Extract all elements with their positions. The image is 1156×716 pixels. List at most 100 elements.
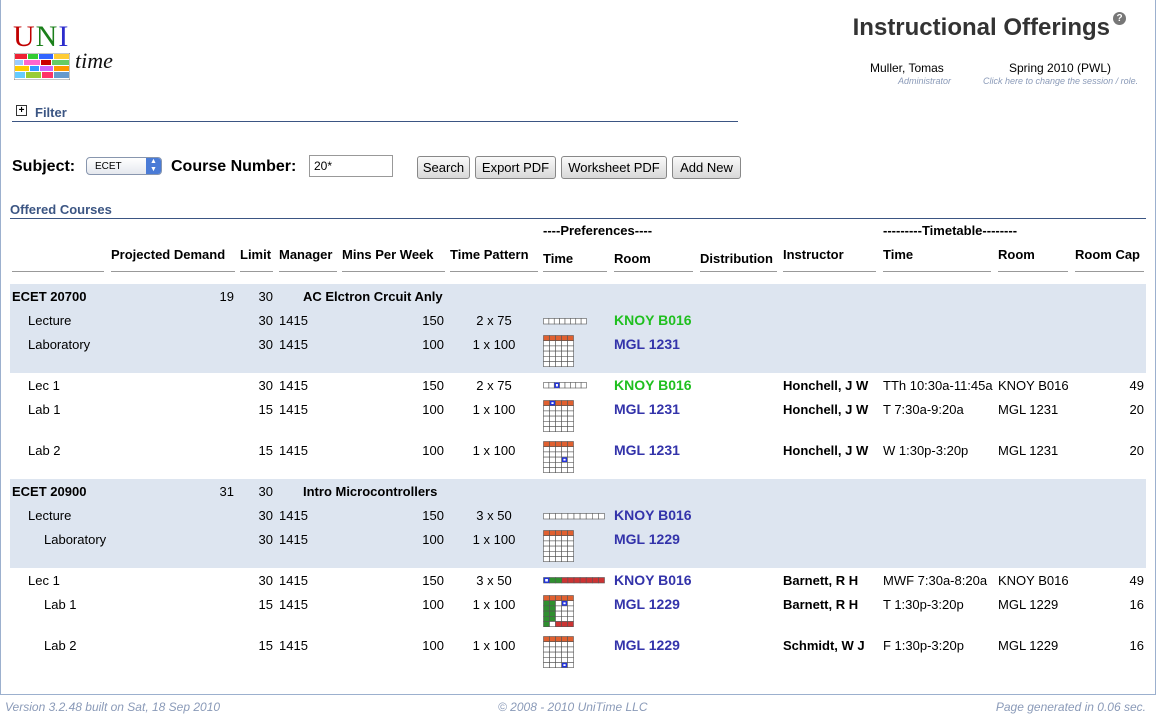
class-name[interactable]: Lec 1	[28, 573, 60, 588]
time-preference-grid-icon[interactable]	[543, 382, 587, 389]
time-preference-grid-icon[interactable]	[543, 335, 574, 368]
header-underline	[342, 271, 445, 272]
class-instructor[interactable]: Honchell, J W	[783, 378, 868, 393]
add-new-button[interactable]: Add New	[672, 156, 741, 179]
class-name[interactable]: Lab 2	[28, 443, 61, 458]
config-subpart-name[interactable]: Lecture	[28, 508, 71, 523]
col-tt-room[interactable]: Room	[998, 247, 1035, 262]
help-icon[interactable]: ?	[1113, 12, 1126, 25]
header-underline	[1075, 271, 1144, 272]
logo-grid-icon	[14, 53, 70, 80]
filter-header[interactable]: Filter	[35, 105, 67, 120]
class-instructor[interactable]: Honchell, J W	[783, 402, 868, 417]
footer-generated: Page generated in 0.06 sec.	[995, 700, 1146, 714]
course-title: Intro Microcontrollers	[303, 484, 438, 499]
class-mins: 150	[422, 573, 444, 588]
class-name[interactable]: Lab 1	[44, 597, 77, 612]
header-underline	[279, 271, 337, 272]
config-subpart-name[interactable]: Laboratory	[44, 532, 106, 547]
class-assigned-time: T 7:30a-9:20a	[883, 402, 964, 417]
course-name[interactable]: ECET 20900	[12, 484, 86, 499]
room-preference[interactable]: MGL 1229	[614, 531, 680, 547]
col-pref-time[interactable]: Time	[543, 251, 573, 266]
class-name[interactable]: Lec 1	[28, 378, 60, 393]
time-preference-grid-icon[interactable]	[543, 441, 574, 474]
header-underline	[614, 271, 693, 272]
col-tt-time[interactable]: Time	[883, 247, 913, 262]
time-preference-grid-icon[interactable]	[543, 595, 574, 628]
course-demand: 19	[219, 289, 234, 304]
col-projected-demand[interactable]: Projected Demand	[111, 247, 225, 262]
header-underline	[12, 271, 104, 272]
logo-time-text: time	[75, 48, 113, 73]
class-assigned-room: MGL 1231	[998, 402, 1059, 417]
subpart-limit: 30	[258, 313, 273, 328]
col-pref-room[interactable]: Room	[614, 251, 651, 266]
course-limit: 30	[258, 289, 273, 304]
class-mins: 100	[422, 597, 444, 612]
class-instructor[interactable]: Honchell, J W	[783, 443, 868, 458]
class-manager: 1415	[279, 638, 308, 653]
subpart-mins: 100	[422, 532, 444, 547]
worksheet-pdf-button[interactable]: Worksheet PDF	[561, 156, 667, 179]
footer-copyright[interactable]: © 2008 - 2010 UniTime LLC	[498, 700, 647, 714]
col-room-cap[interactable]: Room Cap	[1075, 247, 1140, 262]
time-preference-grid-icon[interactable]	[543, 400, 574, 433]
subject-select[interactable]: ECET ▲ ▼	[86, 157, 162, 175]
class-assigned-room: MGL 1229	[998, 597, 1059, 612]
room-preference[interactable]: MGL 1231	[614, 401, 680, 417]
class-instructor[interactable]: Barnett, R H	[783, 573, 858, 588]
class-room-cap: 49	[1129, 378, 1144, 393]
time-preference-grid-icon[interactable]	[543, 513, 605, 520]
user-name: Muller, Tomas	[870, 61, 944, 75]
col-mins-per-week[interactable]: Mins Per Week	[342, 247, 434, 262]
unitime-logo[interactable]: UNI time	[13, 20, 123, 80]
room-preference[interactable]: KNOY B016	[614, 377, 692, 393]
class-time-pattern: 1 x 100	[472, 443, 516, 458]
class-assigned-room: KNOY B016	[998, 378, 1069, 393]
class-mins: 100	[422, 402, 444, 417]
course-number-input[interactable]: 20*	[309, 155, 393, 177]
chevron-updown-icon: ▲ ▼	[146, 158, 161, 174]
timetable-group-header: ---------Timetable--------	[883, 223, 1018, 238]
room-preference[interactable]: MGL 1231	[614, 336, 680, 352]
class-assigned-room: MGL 1231	[998, 443, 1059, 458]
col-limit[interactable]: Limit	[240, 247, 271, 262]
class-assigned-time: T 1:30p-3:20p	[883, 597, 964, 612]
col-distribution[interactable]: Distribution	[700, 251, 773, 266]
class-name[interactable]: Lab 2	[44, 638, 77, 653]
export-pdf-button[interactable]: Export PDF	[475, 156, 556, 179]
room-preference[interactable]: KNOY B016	[614, 572, 692, 588]
search-button[interactable]: Search	[417, 156, 470, 179]
header-underline	[111, 271, 235, 272]
session-name[interactable]: Spring 2010 (PWL)	[1009, 61, 1111, 75]
class-name[interactable]: Lab 1	[28, 402, 61, 417]
subpart-time-pattern: 3 x 50	[476, 508, 512, 523]
room-preference[interactable]: MGL 1231	[614, 442, 680, 458]
filter-expand-icon[interactable]: +	[16, 105, 27, 116]
class-instructor[interactable]: Schmidt, W J	[783, 638, 865, 653]
room-preference[interactable]: MGL 1229	[614, 637, 680, 653]
col-instructor[interactable]: Instructor	[783, 247, 844, 262]
class-assigned-time: MWF 7:30a-8:20a	[883, 573, 988, 588]
col-time-pattern[interactable]: Time Pattern	[450, 247, 529, 262]
time-preference-grid-icon[interactable]	[543, 530, 574, 563]
time-preference-grid-icon[interactable]	[543, 577, 605, 584]
room-preference[interactable]: KNOY B016	[614, 312, 692, 328]
class-limit: 15	[258, 638, 273, 653]
col-manager[interactable]: Manager	[279, 247, 332, 262]
session-change-link[interactable]: Click here to change the session / role.	[983, 76, 1138, 86]
time-preference-grid-icon[interactable]	[543, 318, 587, 325]
class-room-cap: 49	[1129, 573, 1144, 588]
time-preference-grid-icon[interactable]	[543, 636, 574, 669]
class-instructor[interactable]: Barnett, R H	[783, 597, 858, 612]
header-underline	[543, 271, 607, 272]
room-preference[interactable]: MGL 1229	[614, 596, 680, 612]
header-underline	[450, 271, 538, 272]
room-preference[interactable]: KNOY B016	[614, 507, 692, 523]
config-subpart-name[interactable]: Lecture	[28, 313, 71, 328]
course-name[interactable]: ECET 20700	[12, 289, 86, 304]
class-manager: 1415	[279, 443, 308, 458]
class-assigned-room: MGL 1229	[998, 638, 1059, 653]
config-subpart-name[interactable]: Laboratory	[28, 337, 90, 352]
